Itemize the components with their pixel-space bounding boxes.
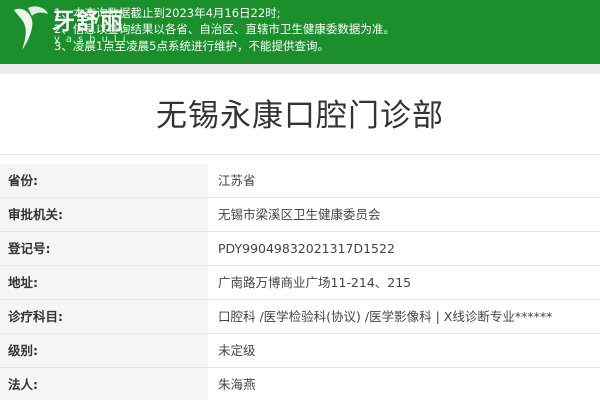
row-label: 审批机关: — [8, 207, 63, 222]
row-value: 广南路万博商业广场11-214、215 — [218, 275, 412, 290]
title-divider — [0, 154, 600, 155]
row-label: 地址: — [8, 275, 38, 290]
row-label: 诊疗科目: — [8, 309, 63, 324]
page: 1、本查询数据截止到2023年4月16日22时; 2、信息以查询结果以各省、自治… — [0, 0, 600, 400]
row-value: 未定级 — [218, 343, 256, 358]
info-row-address: 地址: 广南路万博商业广场11-214、215 — [0, 266, 600, 300]
row-value: 无锡市梁溪区卫生健康委员会 — [218, 207, 381, 222]
info-row-approval-authority: 审批机关: 无锡市梁溪区卫生健康委员会 — [0, 198, 600, 232]
info-row-registration-number: 登记号: PDY99049832021317D1522 — [0, 232, 600, 266]
row-label: 级别: — [8, 343, 38, 358]
row-value: 朱海燕 — [218, 377, 256, 392]
info-row-departments: 诊疗科目: 口腔科 /医学检验科(协议) /医学影像科 | X线诊断专业****… — [0, 300, 600, 334]
page-title: 无锡永康口腔门诊部 — [156, 98, 444, 134]
notice-line-3: 3、凌晨1点至凌晨5点系统进行维护，不能提供查询。 — [54, 39, 329, 53]
row-value: 江苏省 — [218, 173, 256, 188]
notice-line-2: 2、信息以查询结果以各省、自治区、直辖市卫生健康委数据为准。 — [54, 22, 395, 36]
row-value: PDY99049832021317D1522 — [218, 241, 395, 256]
row-label: 登记号: — [8, 241, 51, 256]
info-row-level: 级别: 未定级 — [0, 334, 600, 368]
info-row-legal-representative: 法人: 朱海燕 — [0, 368, 600, 400]
row-label: 省份: — [8, 173, 38, 188]
info-row-province: 省份: 江苏省 — [0, 164, 600, 198]
notice-banner: 1、本查询数据截止到2023年4月16日22时; 2、信息以查询结果以各省、自治… — [0, 0, 600, 64]
row-label: 法人: — [8, 377, 38, 392]
notice-line-1: 1、本查询数据截止到2023年4月16日22时; — [54, 6, 281, 20]
row-value: 口腔科 /医学检验科(协议) /医学影像科 | X线诊断专业****** — [218, 309, 553, 324]
